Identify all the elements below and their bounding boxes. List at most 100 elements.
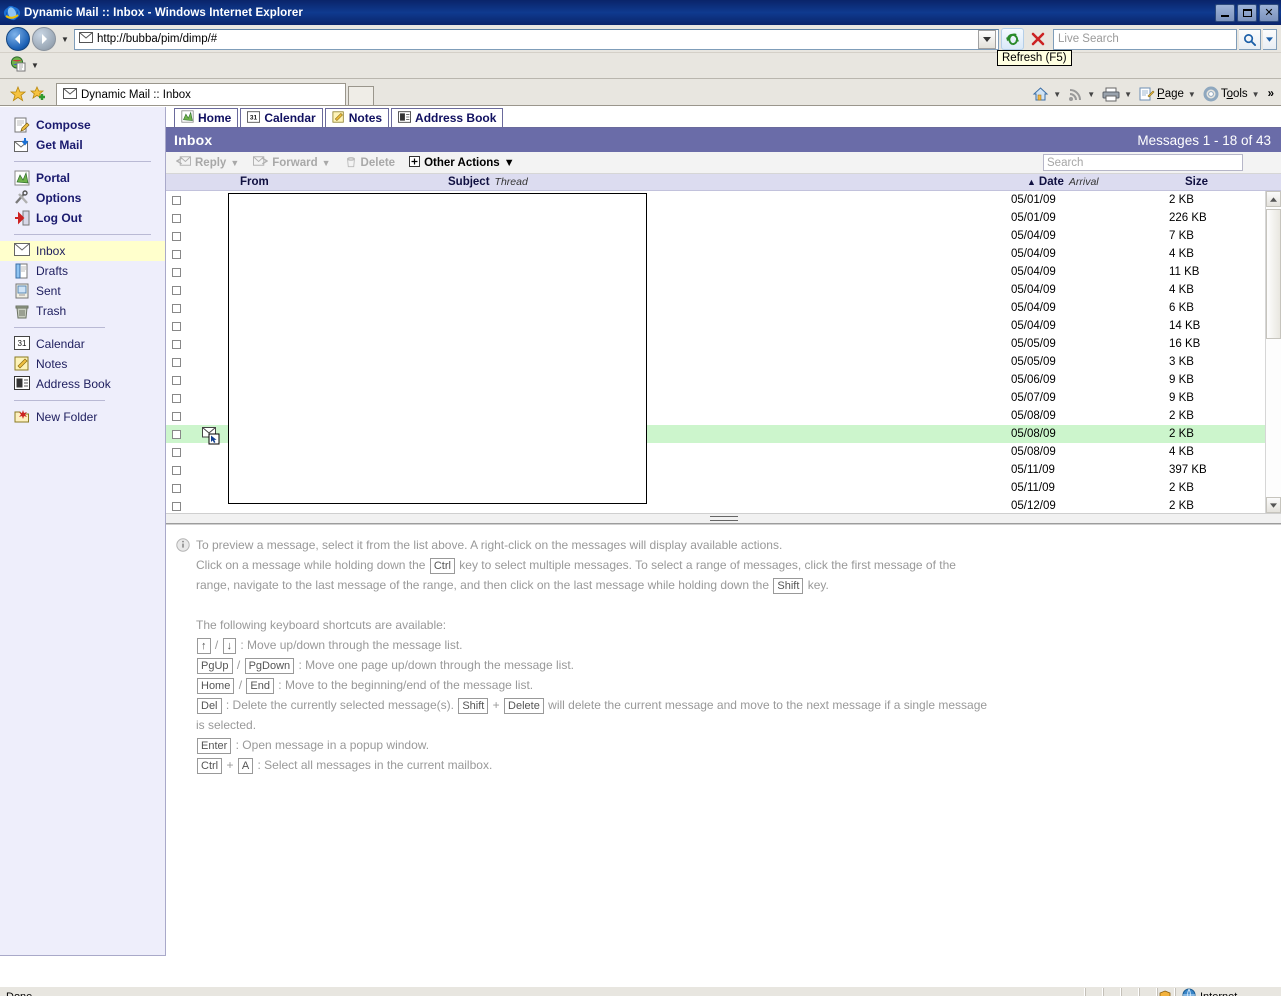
sidebar-item-log-out[interactable]: Log Out (0, 208, 165, 228)
sort-ascending-icon: ▲ (1027, 177, 1036, 187)
minimize-button[interactable] (1215, 3, 1235, 22)
refresh-button[interactable] (1001, 28, 1024, 50)
row-date: 05/04/09 (1011, 266, 1056, 278)
row-checkbox[interactable] (172, 213, 181, 223)
tab-home[interactable]: Home (174, 108, 239, 127)
help-shortcut-arrows-text: : Move up/down through the message list. (240, 638, 463, 652)
row-checkbox[interactable] (172, 339, 181, 349)
back-button[interactable] (6, 27, 30, 51)
address-dropdown-chevron-down-icon[interactable] (978, 29, 996, 49)
search-provider-chevron-down-icon[interactable] (1263, 28, 1277, 50)
row-checkbox[interactable] (172, 465, 181, 475)
tab-calendar[interactable]: 31 Calendar (240, 108, 323, 127)
row-checkbox[interactable] (172, 303, 181, 313)
tools-menu-button[interactable]: Tools ▼ (1200, 85, 1263, 103)
forward-chevron-down-icon[interactable]: ▼ (322, 158, 331, 168)
other-actions-chevron-down-icon[interactable]: ▼ (504, 157, 515, 169)
live-search-input[interactable]: Live Search (1053, 28, 1237, 50)
reply-chevron-down-icon[interactable]: ▼ (230, 158, 239, 168)
splitter-grip-icon (709, 516, 738, 521)
row-checkbox[interactable] (172, 321, 181, 331)
search-icon[interactable] (1239, 28, 1261, 50)
favorites-center-star-icon[interactable] (8, 83, 28, 105)
window-title-bar[interactable]: Dynamic Mail :: Inbox - Windows Internet… (0, 0, 1281, 25)
forward-button[interactable] (32, 27, 56, 51)
panel-splitter[interactable] (166, 513, 1281, 524)
tab-notes[interactable]: Notes (324, 108, 390, 127)
sidebar-divider (14, 234, 151, 235)
recent-pages-chevron-down-icon[interactable]: ▼ (58, 35, 72, 44)
row-checkbox[interactable] (172, 483, 181, 493)
row-checkbox[interactable] (172, 393, 181, 403)
delete-button[interactable]: Delete (345, 155, 395, 171)
row-checkbox[interactable] (172, 447, 181, 457)
tools-menu-text: ols (1232, 88, 1248, 100)
sidebar-item-address-book[interactable]: Address Book (0, 374, 165, 394)
message-list[interactable]: 05/01/092 KBaysia05/01/09226 KB05/04/097… (166, 191, 1265, 513)
browser-tab-dynamic-mail[interactable]: Dynamic Mail :: Inbox (56, 83, 346, 105)
row-date: 05/06/09 (1011, 374, 1056, 386)
message-list-scrollbar[interactable] (1265, 191, 1281, 513)
close-button[interactable]: ✕ (1259, 3, 1279, 22)
feeds-button[interactable]: ▼ (1065, 86, 1098, 103)
feeds-chevron-down-icon[interactable]: ▼ (1087, 90, 1095, 99)
sidebar-item-sent[interactable]: Sent (0, 281, 165, 301)
sidebar-item-get-mail[interactable]: Get Mail (0, 135, 165, 155)
column-header-size[interactable]: Size (1185, 176, 1281, 188)
command-bar-overflow-button[interactable]: » (1264, 87, 1277, 101)
sidebar-item-inbox[interactable]: Inbox (0, 241, 165, 261)
row-checkbox[interactable] (172, 357, 181, 367)
add-to-favorites-icon[interactable] (28, 83, 48, 105)
sidebar-item-notes[interactable]: Notes (0, 354, 165, 374)
sidebar-item-drafts[interactable]: Drafts (0, 261, 165, 281)
scrollbar-track[interactable] (1266, 207, 1281, 497)
row-checkbox[interactable] (172, 411, 181, 421)
row-checkbox[interactable] (172, 231, 181, 241)
row-checkbox[interactable] (172, 375, 181, 385)
scroll-up-arrow-icon[interactable] (1266, 191, 1281, 207)
column-header-subject[interactable]: Subject Thread (448, 176, 1027, 188)
mailbox-header: Inbox Messages 1 - 18 of 43 (166, 128, 1281, 152)
new-tab-button[interactable] (348, 86, 374, 105)
security-zone[interactable]: Internet (1175, 987, 1281, 996)
address-bar[interactable]: http://bubba/pim/dimp/# (74, 28, 999, 50)
tab-address-book[interactable]: Address Book (391, 108, 504, 127)
print-chevron-down-icon[interactable]: ▼ (1124, 90, 1132, 99)
row-checkbox[interactable] (172, 195, 181, 205)
key-delete: Delete (504, 698, 544, 714)
row-checkbox[interactable] (172, 429, 181, 439)
sidebar-item-portal[interactable]: Portal (0, 168, 165, 188)
page-chevron-down-icon[interactable]: ▼ (1188, 90, 1196, 99)
row-checkbox[interactable] (172, 285, 181, 295)
sidebar-item-options[interactable]: Options (0, 188, 165, 208)
sidebar-item-new-folder[interactable]: New Folder (0, 407, 165, 427)
message-toolbar: Reply ▼ Forward ▼ Delete Other Actions ▼… (166, 152, 1281, 174)
scroll-down-arrow-icon[interactable] (1266, 497, 1281, 513)
sidebar-item-compose[interactable]: Compose (0, 115, 165, 135)
sidebar-item-trash[interactable]: Trash (0, 301, 165, 321)
maximize-button[interactable] (1237, 3, 1257, 22)
page-menu-button[interactable]: Page ▼ (1136, 86, 1199, 103)
links-globe-icon[interactable] (10, 56, 27, 75)
row-size: 4 KB (1169, 446, 1194, 458)
row-checkbox[interactable] (172, 267, 181, 277)
other-actions-button[interactable]: Other Actions ▼ (409, 155, 515, 170)
print-button[interactable]: ▼ (1099, 86, 1135, 103)
stop-button[interactable] (1026, 28, 1049, 50)
column-header-date[interactable]: ▲ Date Arrival (1027, 176, 1185, 188)
status-slot-2 (1103, 987, 1121, 996)
row-checkbox[interactable] (172, 249, 181, 259)
row-checkbox[interactable] (172, 501, 181, 511)
reply-button[interactable]: Reply ▼ (175, 155, 239, 170)
tools-chevron-down-icon[interactable]: ▼ (1252, 90, 1260, 99)
column-header-from[interactable]: From (202, 176, 448, 188)
row-date: 05/12/09 (1011, 500, 1056, 512)
scrollbar-thumb[interactable] (1266, 209, 1281, 339)
links-chevron-down-icon[interactable]: ▼ (31, 61, 39, 70)
home-button[interactable]: ▼ (1029, 85, 1064, 103)
home-chevron-down-icon[interactable]: ▼ (1053, 90, 1061, 99)
forward-button[interactable]: Forward ▼ (253, 155, 331, 170)
mailbox-search-input[interactable]: Search (1043, 154, 1243, 171)
sidebar-item-calendar[interactable]: 31 Calendar (0, 334, 165, 354)
address-input-value[interactable]: http://bubba/pim/dimp/# (97, 33, 217, 45)
